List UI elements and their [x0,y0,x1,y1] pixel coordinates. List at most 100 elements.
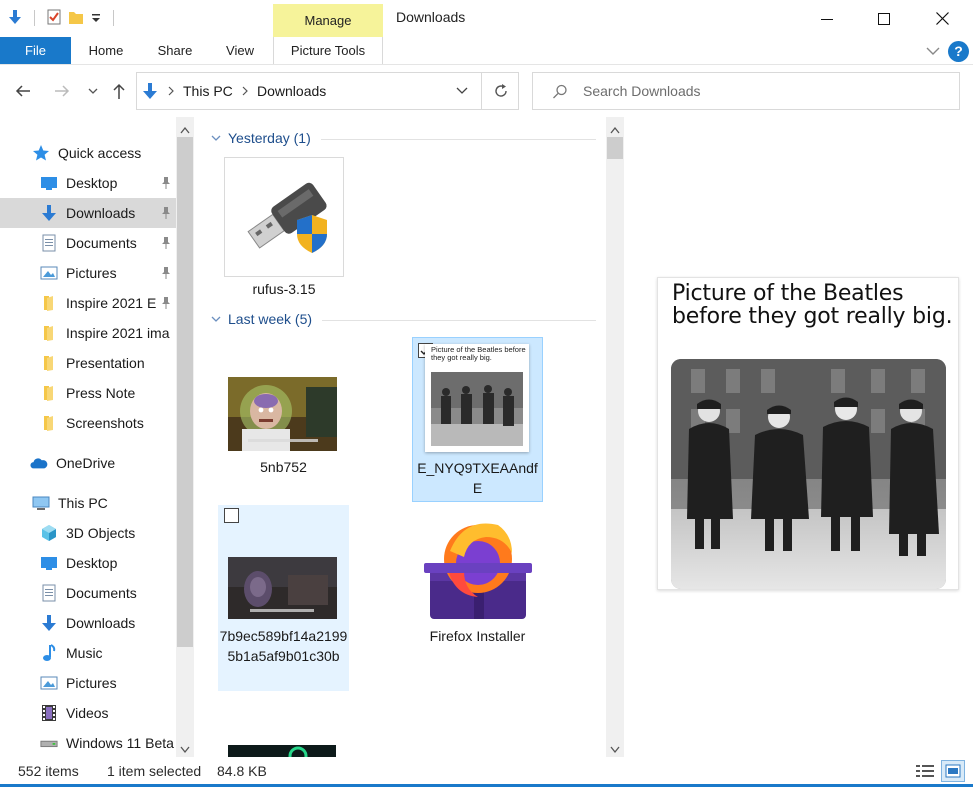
documents-icon [40,584,58,602]
address-dropdown-button[interactable] [455,84,469,101]
nav-item-downloads[interactable]: Downloads [0,608,176,638]
expand-ribbon-button[interactable] [925,43,941,62]
scroll-down-icon[interactable] [610,741,620,757]
nav-item-videos[interactable]: Videos [0,698,176,728]
nav-item-downloads[interactable]: Downloads [0,198,176,228]
breadcrumb-downloads[interactable]: Downloads [257,83,326,99]
preview-pane: Picture of the Beatles before they got r… [657,277,959,590]
refresh-icon [494,84,507,97]
properties-icon[interactable] [45,8,63,29]
down-arrow-icon[interactable] [6,8,24,29]
file-name-text: E_NYQ9TXEAAndfE [417,460,538,496]
navigation-pane: Quick access Desktop Downloads Documents Pi… [0,117,194,757]
nav-item-desktop[interactable]: Desktop [0,168,176,198]
content-scrollbar[interactable] [606,117,624,757]
nav-label: Desktop [66,175,118,191]
videos-icon [40,704,58,722]
refresh-button[interactable] [481,72,519,110]
nav-item-windows-11-beta[interactable]: Windows 11 Beta [0,728,176,757]
tab-share[interactable]: Share [150,37,200,65]
large-icons-view-button[interactable] [941,760,965,782]
desktop-icon [40,174,58,192]
image-thumbnail: Picture of the Beatles before they got r… [425,344,529,452]
nav-item-inspire-2021-e[interactable]: Inspire 2021 E [0,288,176,318]
file-tile-rufus[interactable]: rufus-3.15 [224,157,355,302]
scroll-up-icon[interactable] [180,121,190,137]
drive-icon [40,734,58,752]
file-tile-firefox-installer[interactable]: Firefox Installer [412,505,543,691]
downloads-icon [40,614,58,632]
recent-locations-button[interactable] [86,84,100,101]
nav-item-inspire-2021-ima[interactable]: Inspire 2021 ima [0,318,176,348]
customize-toolbar-icon[interactable] [89,8,103,29]
tab-picture-tools[interactable]: Picture Tools [273,37,383,65]
nav-item-music[interactable]: Music [0,638,176,668]
chevron-down-icon [88,88,98,94]
nav-label: Videos [66,705,109,721]
nav-item-press-note[interactable]: Press Note [0,378,176,408]
details-view-button[interactable] [915,762,935,783]
tab-view[interactable]: View [218,37,262,65]
chevron-down-icon [926,47,940,55]
pin-icon[interactable] [160,266,172,283]
nav-item-presentation[interactable]: Presentation [0,348,176,378]
selection-checkbox[interactable] [224,508,239,523]
group-label: Yesterday (1) [228,130,311,146]
file-tile-5nb752[interactable]: 5nb752 [218,337,349,502]
breadcrumb-this-pc[interactable]: This PC [183,83,233,99]
image-thumbnail [228,746,336,757]
image-thumbnail [228,377,337,451]
manage-tab[interactable]: Manage [273,4,383,37]
chevron-right-icon[interactable] [240,84,250,101]
maximize-button[interactable] [855,0,913,37]
up-button[interactable] [110,82,128,103]
nav-item-desktop[interactable]: Desktop [0,548,176,578]
details-view-icon [916,765,934,777]
nav-item-3d-objects[interactable]: 3D Objects [0,518,176,548]
close-button[interactable] [913,0,971,37]
new-folder-icon[interactable] [67,8,85,29]
nav-quick-access[interactable]: Quick access [0,138,176,168]
file-name: 7b9ec589bf14a21995b1a5af9b01c30b [218,626,349,666]
scroll-up-icon[interactable] [610,121,620,137]
tab-file[interactable]: File [0,37,71,65]
pin-icon[interactable] [160,296,172,313]
nav-item-pictures[interactable]: Pictures [0,258,176,288]
usb-installer-icon [224,157,344,277]
search-placeholder: Search Downloads [583,83,701,99]
nav-label: Screenshots [66,415,144,431]
search-box[interactable]: Search Downloads [532,72,960,110]
scroll-down-icon[interactable] [180,741,190,757]
file-tile-partial[interactable] [228,745,336,757]
address-bar[interactable]: This PC Downloads [136,72,519,110]
pin-icon[interactable] [160,236,172,253]
nav-this-pc[interactable]: This PC [0,488,176,518]
file-tile-7b9ec589[interactable]: 7b9ec589bf14a21995b1a5af9b01c30b [218,505,349,691]
group-header-last-week[interactable]: Last week (5) [210,311,312,327]
nav-label: Documents [66,235,137,251]
group-header-yesterday[interactable]: Yesterday (1) [210,130,311,146]
forward-button[interactable] [53,82,71,103]
pin-icon[interactable] [160,206,172,223]
nav-label: Downloads [66,615,136,631]
chevron-right-icon[interactable] [166,84,176,101]
pin-icon[interactable] [160,176,172,193]
nav-label: Pictures [66,675,117,691]
content-scrollbar-thumb[interactable] [607,137,623,159]
back-button[interactable] [14,82,32,103]
nav-item-pictures[interactable]: Pictures [0,668,176,698]
help-icon[interactable]: ? [948,41,969,62]
pictures-icon [40,674,58,692]
nav-label: Downloads [66,205,136,221]
minimize-button[interactable] [798,0,856,37]
nav-item-documents[interactable]: Documents [0,228,176,258]
nav-scrollbar-thumb[interactable] [177,137,193,647]
tab-home[interactable]: Home [80,37,132,65]
chevron-down-icon [211,135,221,141]
nav-item-screenshots[interactable]: Screenshots [0,408,176,438]
ribbon-divider [0,64,973,65]
nav-onedrive[interactable]: OneDrive [0,448,176,478]
image-thumbnail [228,557,337,619]
nav-item-documents[interactable]: Documents [0,578,176,608]
file-tile-e-nyq9txeaandfe[interactable]: Picture of the Beatles before they got r… [412,337,543,502]
